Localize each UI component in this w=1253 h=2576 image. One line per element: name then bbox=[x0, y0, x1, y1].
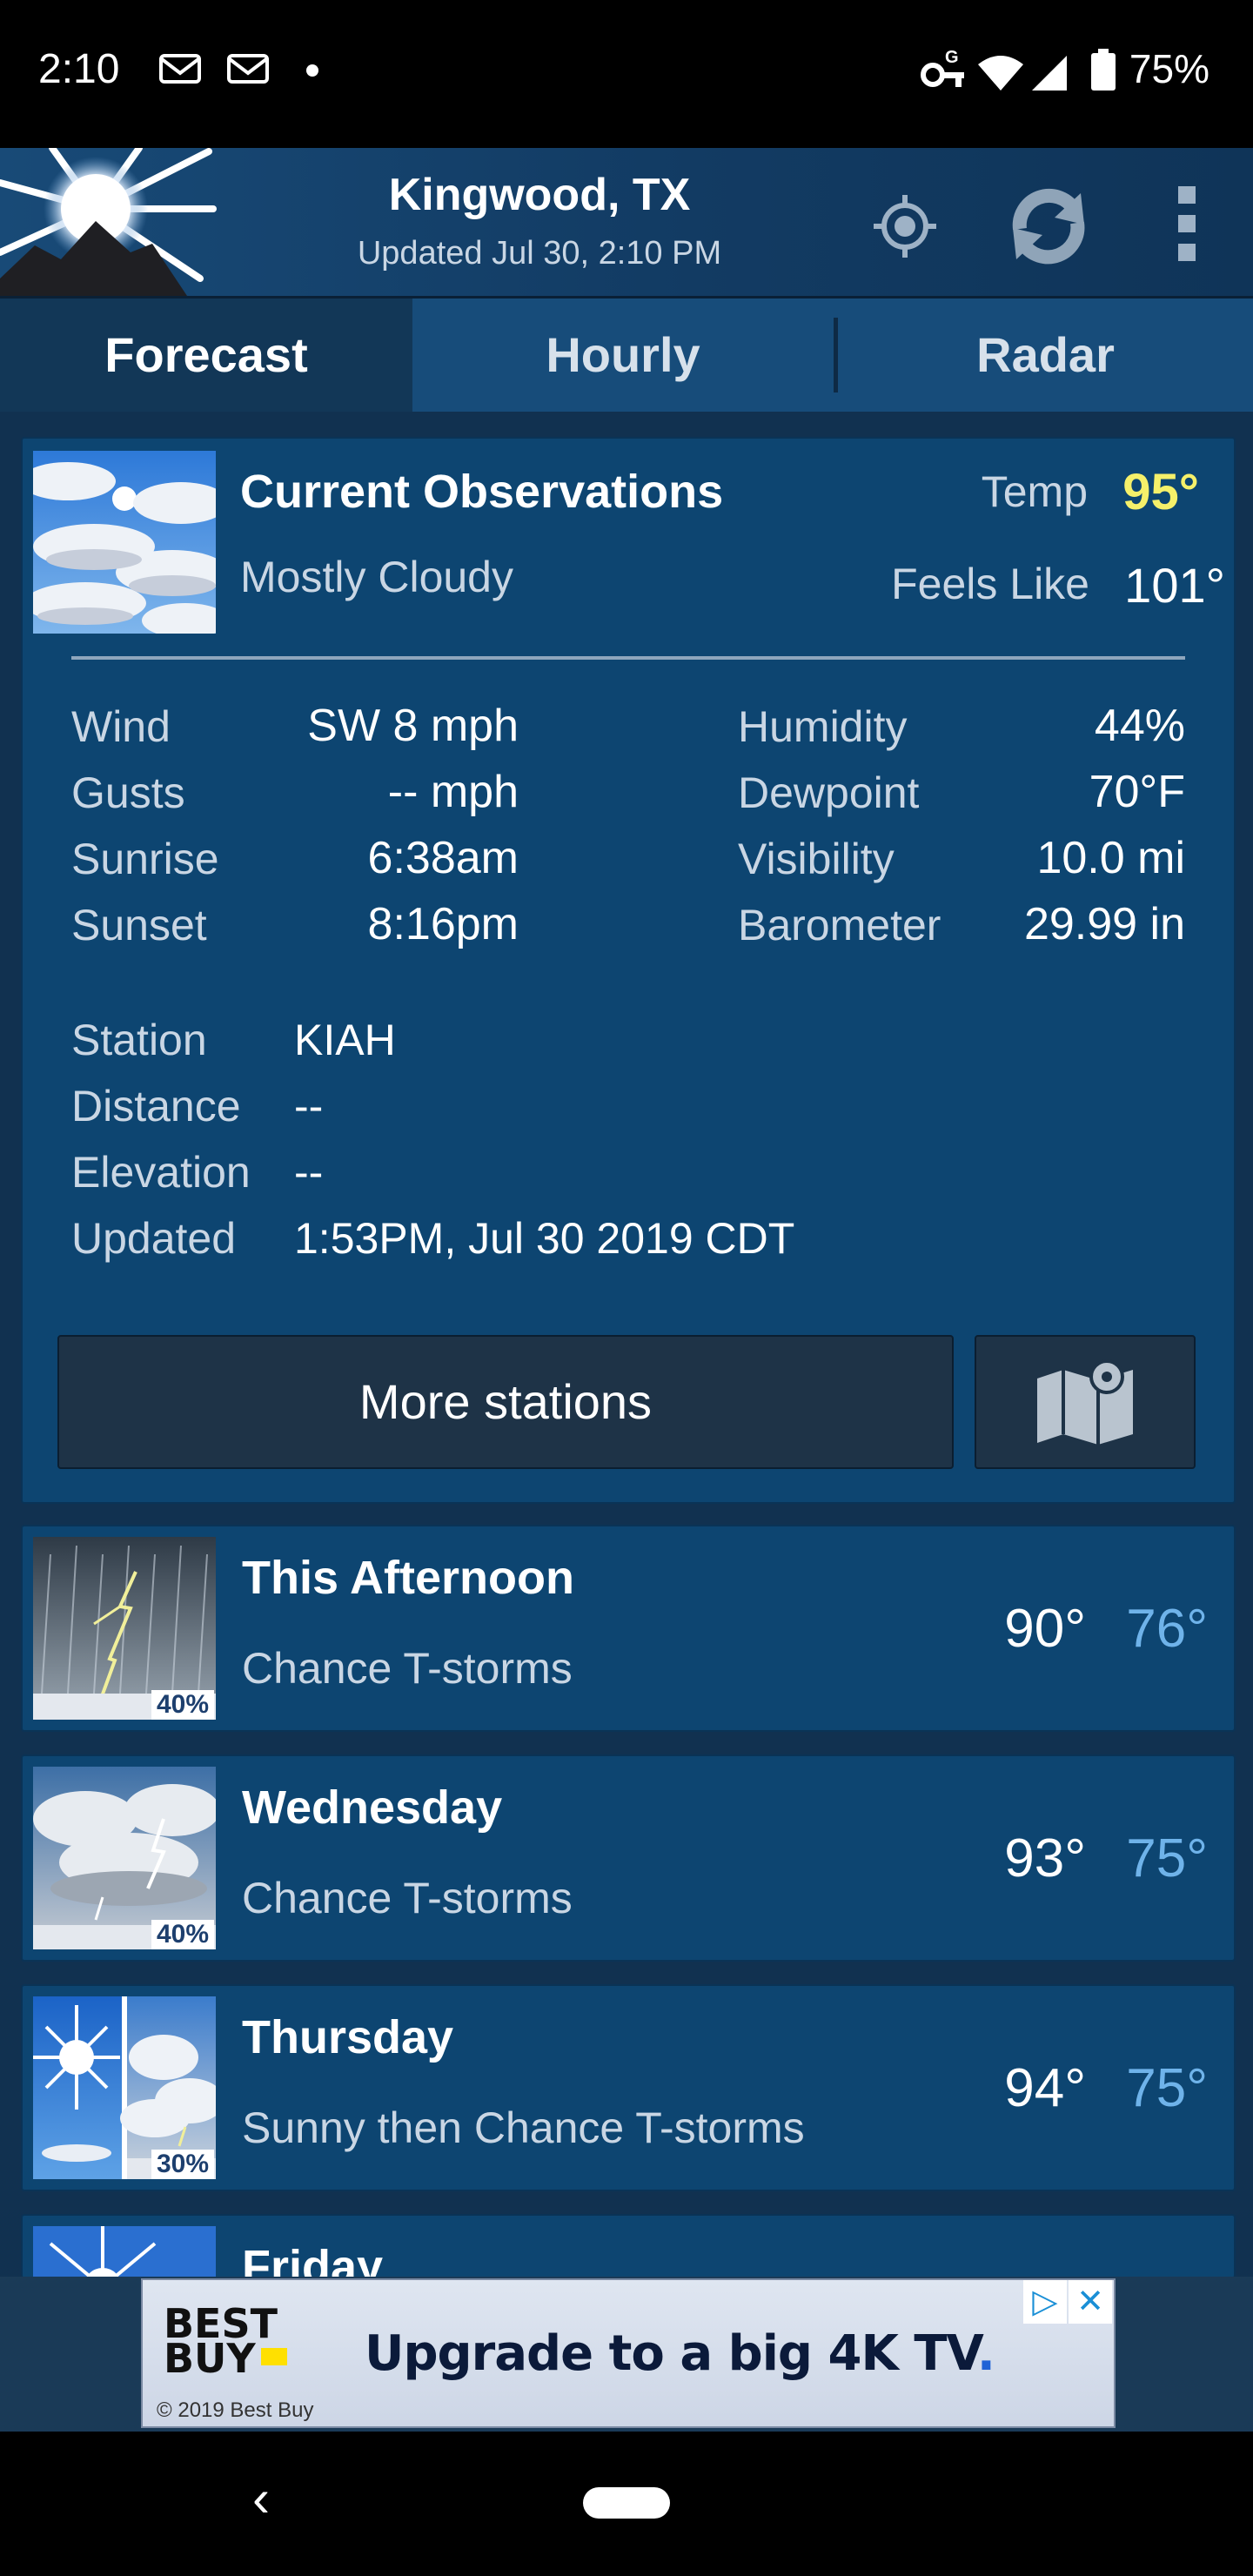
back-icon[interactable]: ‹ bbox=[252, 2468, 270, 2528]
humidity-label: Humidity bbox=[738, 702, 908, 751]
precip-chance-badge: 40% bbox=[151, 1920, 214, 1949]
ad-copyright: © 2019 Best Buy bbox=[157, 2398, 314, 2422]
best-buy-logo: BEST BUY bbox=[164, 2300, 278, 2382]
precip-chance-badge: 40% bbox=[151, 1690, 214, 1720]
location-title: Kingwood, TX bbox=[388, 170, 691, 220]
forecast-day: Thursday bbox=[242, 2011, 454, 2063]
forecast-row[interactable]: 30% Thursday Sunny then Chance T-storms … bbox=[21, 1984, 1236, 2191]
forecast-row[interactable]: Friday bbox=[21, 2214, 1236, 2278]
current-observations-title: Current Observations bbox=[240, 466, 724, 518]
best-buy-tag-icon bbox=[261, 2348, 287, 2365]
temp-label: Temp bbox=[981, 467, 1088, 516]
sunset-label: Sunset bbox=[71, 901, 207, 949]
mail-notification-icon bbox=[227, 54, 269, 84]
home-pill-icon[interactable] bbox=[583, 2487, 670, 2519]
ad-headline: Upgrade to a big 4K TV. bbox=[365, 2325, 995, 2382]
current-condition: Mostly Cloudy bbox=[240, 553, 513, 601]
divider bbox=[71, 656, 1185, 660]
forecast-day: Wednesday bbox=[242, 1781, 503, 1834]
current-observations-card: Current Observations Mostly Cloudy Temp … bbox=[21, 437, 1236, 1504]
system-nav-bar: ‹ bbox=[0, 2432, 1253, 2576]
visibility-value: 10.0 mi bbox=[1036, 833, 1185, 883]
forecast-high: 90° bbox=[1004, 1599, 1086, 1659]
station-value: KIAH bbox=[294, 1016, 396, 1064]
forecast-day: This Afternoon bbox=[242, 1552, 574, 1604]
forecast-condition: Chance T-storms bbox=[242, 1644, 573, 1693]
ad-close-icon[interactable]: ✕ bbox=[1069, 2280, 1112, 2324]
tab-bar: Forecast Hourly Radar bbox=[0, 299, 1253, 412]
elevation-value: -- bbox=[294, 1148, 324, 1197]
feels-like-value: 101° bbox=[1124, 558, 1225, 613]
gusts-value: -- mph bbox=[387, 767, 519, 817]
app-bar: Kingwood, TX Updated Jul 30, 2:10 PM bbox=[0, 148, 1253, 299]
distance-value: -- bbox=[294, 1082, 324, 1130]
sunrise-label: Sunrise bbox=[71, 835, 219, 883]
status-time: 2:10 bbox=[38, 46, 120, 92]
forecast-high: 93° bbox=[1004, 1828, 1086, 1888]
wind-label: Wind bbox=[71, 702, 171, 751]
tab-radar[interactable]: Radar bbox=[838, 299, 1253, 412]
wind-value: SW 8 mph bbox=[307, 701, 519, 751]
feels-like-label: Feels Like bbox=[891, 560, 1089, 608]
gusts-label: Gusts bbox=[71, 768, 185, 817]
forecast-low: 76° bbox=[1126, 1599, 1208, 1659]
forecast-condition: Chance T-storms bbox=[242, 1874, 573, 1922]
overflow-menu-icon[interactable] bbox=[1176, 184, 1197, 263]
forecast-high: 94° bbox=[1004, 2058, 1086, 2118]
mostly-cloudy-icon bbox=[33, 451, 216, 634]
map-pin-icon bbox=[1037, 1359, 1133, 1445]
battery-percent: 75% bbox=[1129, 46, 1209, 91]
wifi-icon bbox=[978, 56, 1023, 91]
sunny-then-thunderstorm-icon: 30% bbox=[33, 1996, 216, 2179]
barometer-label: Barometer bbox=[738, 901, 941, 949]
humidity-value: 44% bbox=[1094, 701, 1185, 751]
more-notifications-dot-icon bbox=[306, 64, 318, 77]
ad-choices-icon[interactable]: ▷ bbox=[1023, 2280, 1067, 2324]
battery-icon bbox=[1091, 49, 1116, 91]
thunderstorm-icon: 40% bbox=[33, 1537, 216, 1720]
mail-notification-icon bbox=[159, 54, 201, 84]
forecast-low: 75° bbox=[1126, 1828, 1208, 1888]
visibility-label: Visibility bbox=[738, 835, 895, 883]
forecast-row[interactable]: 40% Wednesday Chance T-storms 93° 75° bbox=[21, 1754, 1236, 1962]
sunset-value: 8:16pm bbox=[367, 899, 519, 949]
forecast-condition: Sunny then Chance T-storms bbox=[242, 2103, 805, 2152]
dewpoint-value: 70°F bbox=[1089, 767, 1185, 817]
tab-forecast[interactable]: Forecast bbox=[0, 299, 412, 412]
app-logo bbox=[0, 148, 218, 296]
observation-updated-value: 1:53PM, Jul 30 2019 CDT bbox=[294, 1214, 795, 1263]
station-label: Station bbox=[71, 1016, 207, 1064]
distance-label: Distance bbox=[71, 1082, 241, 1130]
temp-value: 95° bbox=[1122, 464, 1199, 520]
elevation-label: Elevation bbox=[71, 1148, 251, 1197]
sunrise-value: 6:38am bbox=[367, 833, 519, 883]
forecast-low: 75° bbox=[1126, 2058, 1208, 2118]
cell-signal-icon bbox=[1032, 56, 1067, 91]
more-stations-button[interactable]: More stations bbox=[57, 1335, 954, 1469]
forecast-day: Friday bbox=[242, 2241, 384, 2278]
svg-text:G: G bbox=[945, 49, 959, 67]
precip-chance-badge: 30% bbox=[151, 2150, 214, 2179]
sunny-icon bbox=[33, 2226, 216, 2278]
dewpoint-label: Dewpoint bbox=[738, 768, 920, 817]
forecast-row[interactable]: 40% This Afternoon Chance T-storms 90° 7… bbox=[21, 1525, 1236, 1732]
updated-time: Updated Jul 30, 2:10 PM bbox=[357, 235, 722, 272]
thunderstorm-icon: 40% bbox=[33, 1767, 216, 1949]
refresh-icon[interactable] bbox=[1001, 181, 1096, 268]
observation-updated-label: Updated bbox=[71, 1214, 237, 1263]
barometer-value: 29.99 in bbox=[1023, 899, 1185, 949]
status-bar: 2:10 G 75% bbox=[0, 0, 1253, 148]
my-location-icon[interactable] bbox=[870, 191, 940, 261]
vpn-key-icon: G bbox=[921, 49, 964, 87]
station-map-button[interactable] bbox=[975, 1335, 1196, 1469]
advertisement[interactable]: BEST BUY Upgrade to a big 4K TV. © 2019 … bbox=[141, 2278, 1116, 2428]
tab-hourly[interactable]: Hourly bbox=[412, 299, 834, 412]
